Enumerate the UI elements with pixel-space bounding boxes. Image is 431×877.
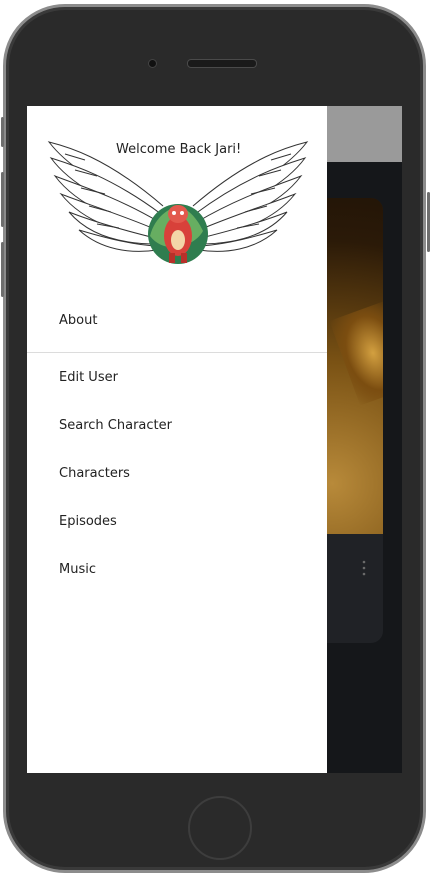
menu-item-search-character[interactable]: Search Character: [59, 418, 172, 433]
phone-screen: Welcome Back Jari! About Edit User Searc…: [27, 106, 402, 773]
menu-item-episodes[interactable]: Episodes: [59, 514, 117, 529]
menu-item-about[interactable]: About: [59, 313, 97, 328]
volume-down-button: [1, 242, 4, 297]
power-button: [427, 192, 430, 252]
menu-item-music[interactable]: Music: [59, 562, 96, 577]
front-camera: [148, 59, 157, 68]
navigation-drawer: Welcome Back Jari! About Edit User Searc…: [27, 106, 327, 773]
drawer-header: Welcome Back Jari!: [27, 106, 327, 296]
mute-switch: [1, 117, 4, 147]
welcome-message: Welcome Back Jari!: [116, 142, 242, 157]
kebab-menu-icon[interactable]: [361, 560, 367, 576]
menu-item-characters[interactable]: Characters: [59, 466, 130, 481]
home-button[interactable]: [188, 796, 252, 860]
earpiece-speaker: [187, 59, 257, 68]
menu-item-edit-user[interactable]: Edit User: [59, 370, 118, 385]
menu-divider: [27, 352, 327, 353]
volume-up-button: [1, 172, 4, 227]
